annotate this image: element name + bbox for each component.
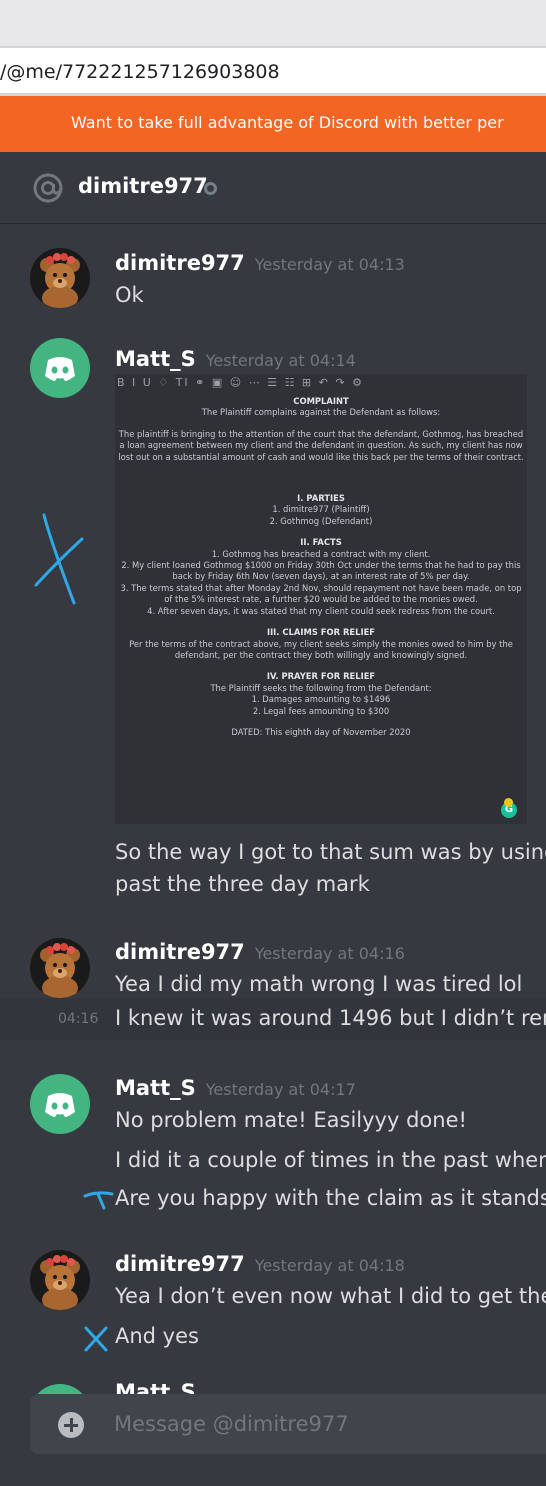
promo-banner-text: Want to take full advantage of Discord w… [71, 113, 504, 132]
teddy-bear-icon [40, 1255, 80, 1310]
avatar[interactable] [30, 1250, 90, 1310]
message-text: So the way I got to that sum was by usin… [115, 840, 546, 864]
discord-logo-icon [45, 357, 75, 381]
complaint-document: COMPLAINT The Plaintiff complains agains… [115, 396, 527, 738]
dm-header: dimitre977 [0, 152, 546, 224]
message-text: Yea I did my math wrong I was tired lol [115, 972, 523, 996]
grammarly-count-badge [504, 798, 513, 807]
message-side-timestamp: 04:16 [58, 1011, 99, 1027]
doc-line: a loan agreement between my client and t… [119, 440, 523, 451]
hand-drawn-x-mark-icon [84, 1326, 108, 1352]
doc-line: lost out on a substantial amount of cash… [118, 451, 524, 462]
message-text: Ok [115, 283, 144, 307]
teddy-bear-icon [40, 943, 80, 998]
avatar[interactable] [30, 338, 90, 398]
address-bar[interactable]: /@me/772221257126903808 [0, 46, 546, 96]
doc-line: 1. dimitre977 (Plaintiff) [272, 504, 370, 515]
doc-line: The Plaintiff seeks the following from t… [210, 682, 432, 693]
doc-line: 2. Gothmog (Defendant) [269, 515, 373, 526]
message-text: past the three day mark [115, 872, 370, 896]
footer-spacer [0, 1454, 546, 1486]
message-text: Are you happy with the claim as it stand… [115, 1186, 546, 1210]
doc-line: 2. My client loaned Gothmog $1000 on Fri… [121, 560, 521, 571]
grammarly-icon: G [501, 798, 517, 818]
doc-line: 3. The terms stated that after Monday 2n… [120, 582, 522, 593]
doc-line: defendant, per the contract they both wi… [174, 649, 468, 660]
doc-heading: I. PARTIES [297, 493, 345, 504]
editor-toolbar: B I U ♢ TI ⚭ ▣ ☺ ⋯ ☰ ☷ ⊞ ↶ ↷ ⚙ [117, 376, 364, 389]
status-offline-icon [204, 182, 217, 195]
message-input[interactable] [114, 1408, 534, 1440]
dm-recipient-name: dimitre977 [78, 174, 208, 198]
doc-title: COMPLAINT [293, 396, 349, 406]
message-text: I did it a couple of times in the past w… [115, 1148, 546, 1172]
message-text: And yes [115, 1324, 199, 1348]
address-bar-url[interactable]: /@me/772221257126903808 [0, 61, 280, 83]
doc-dated: DATED: This eighth day of November 2020 [231, 726, 411, 737]
message-list[interactable]: dimitre977 Yesterday at 04:13 Ok Matt_S Ye… [0, 224, 546, 1394]
avatar[interactable] [30, 1384, 90, 1394]
hand-drawn-x-mark-icon [34, 513, 84, 605]
message-text: I knew it was around 1496 but I didn’t r… [115, 1006, 546, 1030]
doc-heading: IV. PRAYER FOR RELIEF [266, 671, 376, 682]
doc-line: 4. After seven days, it was stated that … [147, 605, 495, 616]
doc-line: 2. Legal fees amounting to $300 [252, 705, 390, 716]
promo-banner: Want to take full advantage of Discord w… [0, 96, 546, 152]
at-sign-icon [33, 173, 63, 203]
doc-intro: The Plaintiff complains against the Defe… [201, 407, 441, 418]
doc-heading: III. CLAIMS FOR RELIEF [266, 627, 376, 638]
doc-line: back by Friday 6th Nov (seven days), at … [172, 571, 470, 582]
message-text: No problem mate! Easilyyy done! [115, 1108, 467, 1132]
message-timestamp: Yesterday at 04:16 [254, 944, 405, 963]
message-row-hovered[interactable]: 04:16 I knew it was around 1496 but I di… [0, 998, 546, 1040]
message-timestamp: Yesterday at 04:17 [205, 1080, 356, 1099]
doc-line: Per the terms of the contract above, my … [129, 638, 513, 649]
message-text: Yea I don’t even now what I did to get t… [115, 1284, 546, 1308]
message-author[interactable]: Matt_S [115, 1380, 196, 1394]
discord-logo-icon [45, 1093, 75, 1117]
avatar[interactable] [30, 1074, 90, 1134]
browser-tab-strip [0, 0, 546, 46]
message-author[interactable]: dimitre977 Yesterday at 04:18 [115, 1252, 405, 1276]
teddy-bear-icon [40, 253, 80, 308]
add-attachment-button[interactable] [58, 1412, 84, 1438]
avatar[interactable] [30, 248, 90, 308]
message-timestamp: Yesterday at 04:18 [254, 1256, 405, 1275]
message-timestamp: Yesterday at 04:14 [205, 351, 356, 370]
doc-line: The plaintiff is bringing to the attenti… [118, 428, 524, 439]
message-author[interactable]: dimitre977 Yesterday at 04:16 [115, 940, 405, 964]
avatar[interactable] [30, 938, 90, 998]
message-author[interactable]: Matt_S Yesterday at 04:14 [115, 347, 356, 371]
doc-line: of the 5% interest rate, a further $20 w… [164, 594, 478, 605]
hand-drawn-dash-mark-icon [83, 1191, 114, 1210]
image-attachment[interactable]: B I U ♢ TI ⚭ ▣ ☺ ⋯ ☰ ☷ ⊞ ↶ ↷ ⚙ COMPLAINT… [115, 374, 527, 824]
message-timestamp: Yesterday at 04:13 [254, 255, 405, 274]
doc-line: 1. Damages amounting to $1496 [251, 694, 391, 705]
doc-line: 1. Gothmog has breached a contract with … [211, 548, 431, 559]
message-author[interactable]: dimitre977 Yesterday at 04:13 [115, 251, 405, 275]
message-author[interactable]: Matt_S Yesterday at 04:17 [115, 1076, 356, 1100]
doc-heading: II. FACTS [300, 537, 342, 548]
message-composer[interactable] [30, 1394, 546, 1454]
